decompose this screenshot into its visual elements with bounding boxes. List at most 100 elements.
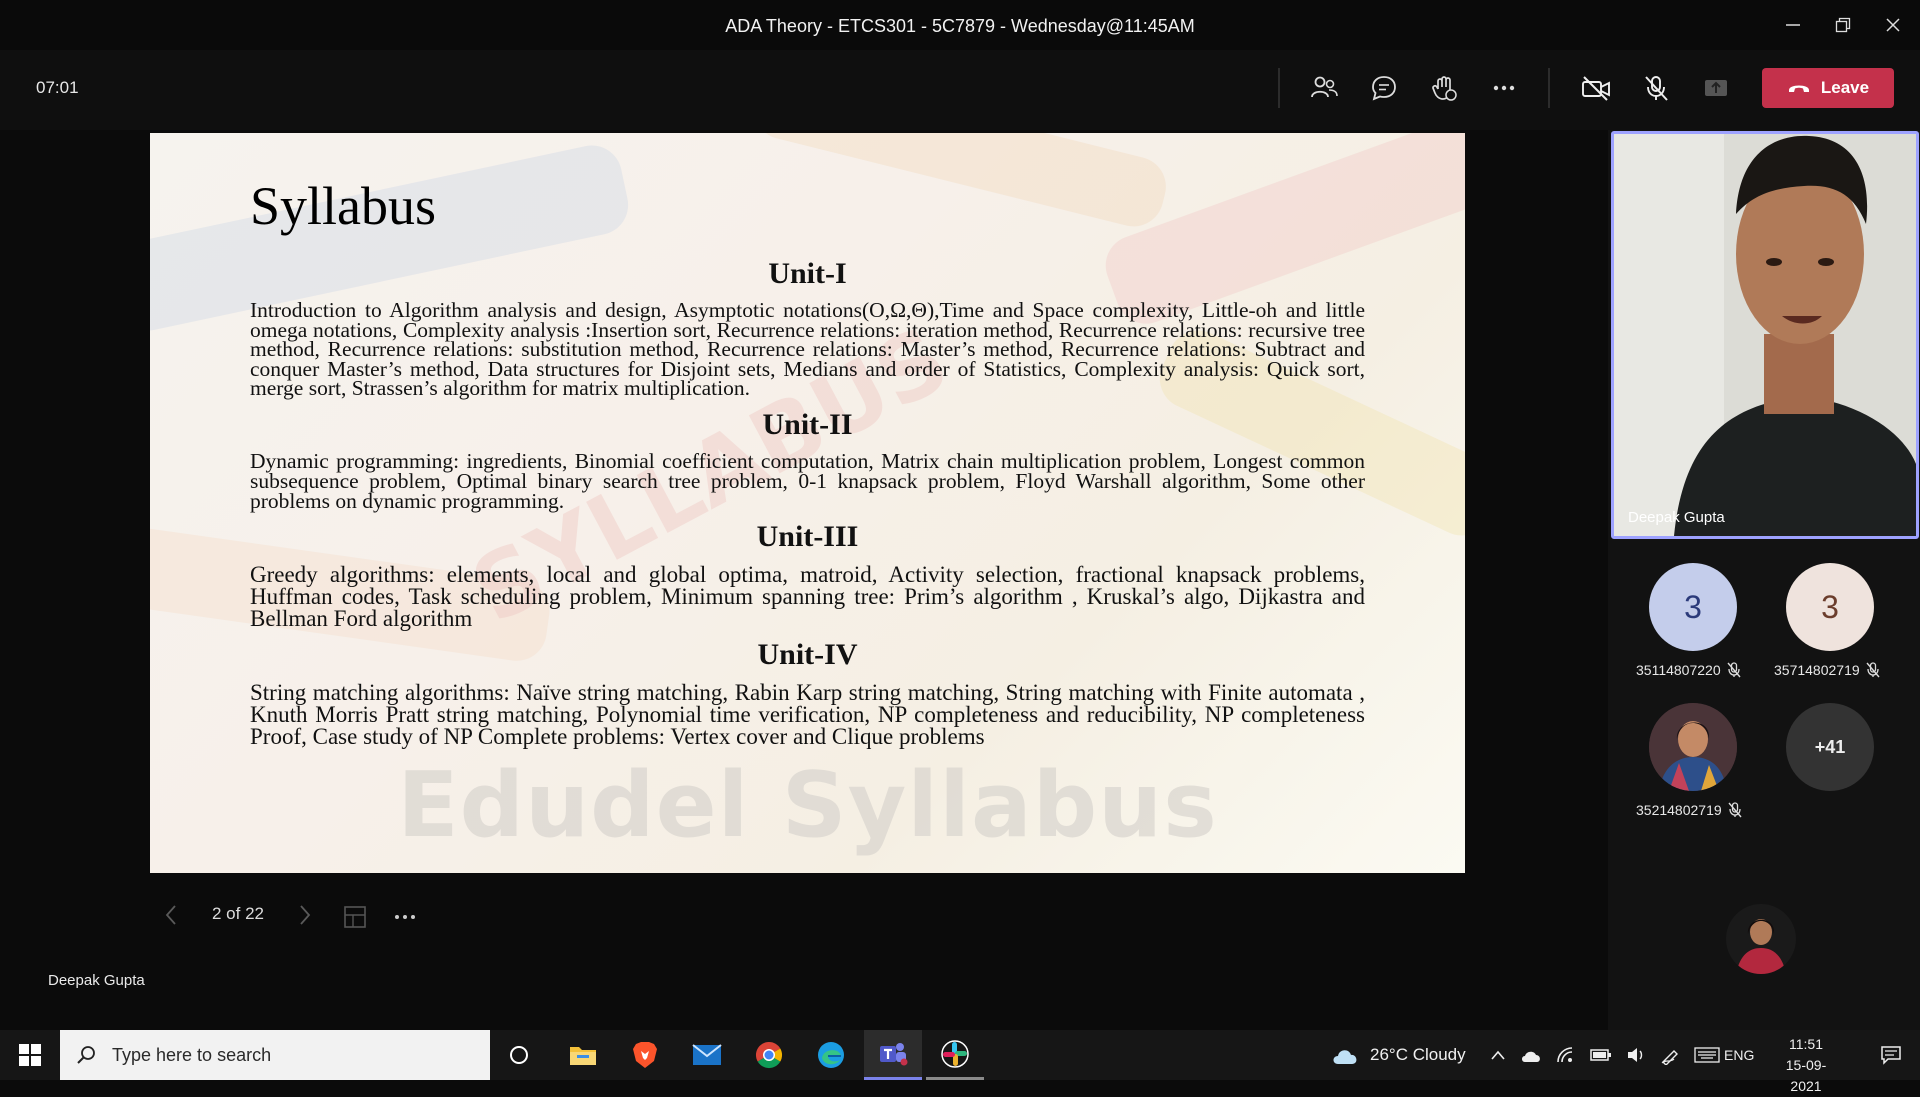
cortana-icon xyxy=(510,1046,528,1064)
close-button[interactable] xyxy=(1868,0,1918,50)
weather-widget[interactable]: 26°C Cloudy xyxy=(1330,1030,1466,1080)
participant-avatar[interactable]: 3 xyxy=(1649,563,1737,651)
edge-browser-button[interactable] xyxy=(802,1030,860,1080)
leave-label: Leave xyxy=(1820,78,1870,97)
edge-icon xyxy=(818,1042,844,1068)
cortana-button[interactable] xyxy=(490,1030,548,1080)
more-icon xyxy=(395,915,415,919)
share-content-button[interactable] xyxy=(1692,64,1740,112)
notification-center-button[interactable] xyxy=(1862,1030,1920,1080)
slide-title: Syllabus xyxy=(250,176,437,236)
share-screen-icon xyxy=(1705,80,1727,96)
mail-envelope-icon xyxy=(692,1044,722,1065)
teams-icon xyxy=(880,1042,908,1065)
notification-icon xyxy=(1881,1046,1901,1065)
mic-muted-icon xyxy=(1866,662,1880,678)
hang-up-icon xyxy=(1788,85,1809,92)
input-language[interactable]: ENG xyxy=(1724,1030,1754,1080)
chevron-up-icon[interactable] xyxy=(1490,1049,1506,1061)
minimize-button[interactable] xyxy=(1768,0,1818,50)
system-tray-icons xyxy=(1490,1030,1720,1080)
brave-browser-button[interactable] xyxy=(616,1030,674,1080)
raise-hand-icon xyxy=(1432,76,1457,101)
meeting-timer: 07:01 xyxy=(36,78,79,97)
chevron-left-icon xyxy=(165,905,176,925)
participant-name-row: 35714802719 xyxy=(1774,662,1880,678)
mic-muted-icon xyxy=(1728,802,1742,818)
clock-time: 11:51 xyxy=(1789,1036,1823,1052)
taskbar-clock[interactable]: 11:51 15-09-2021 xyxy=(1776,1034,1836,1097)
participant-name: 35214802719 xyxy=(1636,802,1722,818)
avatar-initial: 3 xyxy=(1684,588,1702,625)
minimize-icon xyxy=(1786,24,1800,26)
chat-button[interactable] xyxy=(1360,64,1408,112)
search-placeholder: Type here to search xyxy=(112,1044,272,1065)
window-title: ADA Theory - ETCS301 - 5C7879 - Wednesda… xyxy=(725,16,1195,36)
participants-button[interactable] xyxy=(1300,64,1348,112)
start-button[interactable] xyxy=(0,1030,60,1080)
touch-keyboard-icon[interactable] xyxy=(1694,1047,1720,1063)
mic-muted-icon xyxy=(1727,662,1741,678)
previous-slide-button[interactable] xyxy=(160,902,182,933)
chrome-browser-button[interactable] xyxy=(740,1030,798,1080)
edudel-watermark: Edudel Syllabus xyxy=(397,753,1218,858)
participant-avatar[interactable] xyxy=(1649,703,1737,791)
self-view-avatar[interactable] xyxy=(1726,904,1796,974)
chevron-right-icon xyxy=(300,905,311,925)
taskbar-search-box[interactable]: Type here to search xyxy=(60,1030,490,1080)
slack-icon xyxy=(941,1039,969,1068)
unit-description: String matching algorithms: Naïve string… xyxy=(250,680,1365,749)
participant-avatar[interactable]: 3 xyxy=(1786,563,1874,651)
more-actions-button[interactable] xyxy=(1480,64,1528,112)
slack-app-button[interactable] xyxy=(926,1030,984,1080)
file-explorer-button[interactable] xyxy=(554,1030,612,1080)
avatar-initial: 3 xyxy=(1821,588,1839,625)
unit-heading: Unit-II xyxy=(762,408,853,441)
pen-workspace-icon[interactable] xyxy=(1660,1045,1680,1065)
presentation-slide: SYLLABUS Edudel Syllabus Syllabus Unit-I… xyxy=(150,133,1465,873)
participant-name-row: 35114807220 xyxy=(1636,662,1741,678)
slide-grid-button[interactable] xyxy=(342,904,368,935)
mic-off-icon xyxy=(1645,76,1668,101)
windows-logo-icon xyxy=(19,1044,41,1066)
self-view-photo xyxy=(1726,904,1796,974)
participant-name: 35114807220 xyxy=(1636,662,1721,678)
restore-icon xyxy=(1835,17,1851,33)
video-participant-name: Deepak Gupta xyxy=(1628,509,1725,526)
presenter-name: Deepak Gupta xyxy=(48,972,145,989)
participant-name-row: 35214802719 xyxy=(1636,802,1742,818)
restore-button[interactable] xyxy=(1818,0,1868,50)
brave-lion-icon xyxy=(633,1042,657,1068)
unit-heading: Unit-IV xyxy=(757,638,858,671)
toolbar-divider xyxy=(1548,68,1550,108)
unit-heading: Unit-III xyxy=(756,520,859,553)
mail-app-button[interactable] xyxy=(678,1030,736,1080)
next-slide-button[interactable] xyxy=(294,902,316,933)
chat-icon xyxy=(1372,76,1396,101)
camera-toggle-button[interactable] xyxy=(1572,64,1620,112)
leave-button[interactable]: Leave xyxy=(1762,68,1894,108)
battery-icon[interactable] xyxy=(1590,1048,1612,1062)
active-speaker-video[interactable]: Deepak Gupta xyxy=(1611,131,1919,539)
weather-text: 26°C Cloudy xyxy=(1370,1045,1466,1064)
speaker-video-feed xyxy=(1614,134,1916,536)
people-icon xyxy=(1311,76,1338,98)
cloud-icon xyxy=(1333,1050,1357,1064)
wifi-icon[interactable] xyxy=(1556,1046,1576,1064)
toolbar-divider xyxy=(1278,68,1280,108)
more-icon xyxy=(1493,85,1515,91)
more-participants-button[interactable]: +41 xyxy=(1786,703,1874,791)
unit-description: Dynamic programming: ingredients, Binomi… xyxy=(250,449,1365,513)
unit-description: Greedy algorithms: elements, local and g… xyxy=(250,562,1365,631)
slide-counter: 2 of 22 xyxy=(212,904,264,923)
volume-icon[interactable] xyxy=(1626,1046,1646,1064)
slide-more-options-button[interactable] xyxy=(390,904,420,935)
reactions-button[interactable] xyxy=(1420,64,1468,112)
unit-description: Introduction to Algorithm analysis and d… xyxy=(250,298,1365,400)
teams-app-button[interactable] xyxy=(864,1030,922,1080)
onedrive-cloud-icon[interactable] xyxy=(1520,1047,1542,1063)
chrome-icon xyxy=(755,1041,783,1069)
participant-name: 35714802719 xyxy=(1774,662,1860,678)
mic-toggle-button[interactable] xyxy=(1632,64,1680,112)
close-icon xyxy=(1886,18,1900,32)
